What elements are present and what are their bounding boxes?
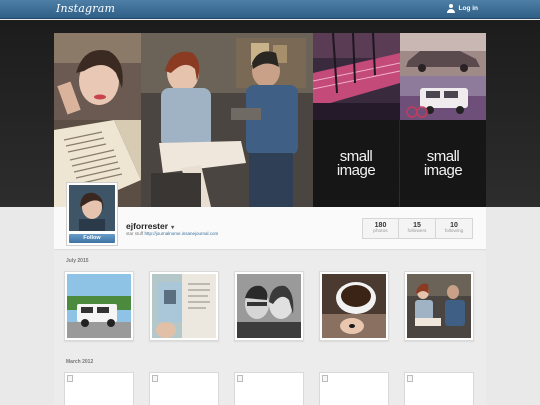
small-image-placeholder-text: small image bbox=[423, 147, 463, 179]
collage-photo-suv[interactable] bbox=[400, 76, 486, 120]
photo-feed: July 2015 March 2012 bbox=[54, 251, 486, 405]
username-text: ejforrester bbox=[126, 221, 169, 231]
broken-image-icon bbox=[237, 375, 243, 382]
stat-label: following bbox=[444, 229, 464, 234]
stat-label: followers bbox=[407, 229, 427, 234]
photo-thumbnail-broken[interactable] bbox=[234, 372, 304, 405]
collage-photo-selfie[interactable] bbox=[54, 33, 141, 120]
stat-followers[interactable]: 15 followers bbox=[399, 218, 436, 239]
photo-thumbnail-broken[interactable] bbox=[64, 372, 134, 405]
photo-thumbnail[interactable] bbox=[404, 271, 474, 341]
photo-thumbnail[interactable] bbox=[149, 271, 219, 341]
collage-small-image-1[interactable]: small image bbox=[313, 120, 399, 207]
stat-number: 10 bbox=[450, 222, 458, 229]
bio-text: star stuff bbox=[126, 231, 144, 236]
photo-thumbnail[interactable] bbox=[319, 271, 389, 341]
month-heading: July 2015 bbox=[66, 258, 89, 264]
profile-stats: 180 photos 15 followers 10 following bbox=[362, 218, 473, 239]
stat-number: 180 bbox=[374, 222, 387, 229]
broken-image-icon bbox=[67, 375, 73, 382]
profile-header-collage: small image small image bbox=[0, 20, 540, 207]
photo-thumbnail-broken[interactable] bbox=[149, 372, 219, 405]
collage-photo-tattoo[interactable] bbox=[141, 33, 313, 207]
follow-button[interactable]: Follow bbox=[69, 234, 115, 243]
profile-username[interactable]: ejforrester ▾ bbox=[126, 221, 174, 231]
instagram-logo[interactable]: Instagram bbox=[56, 2, 115, 15]
profile-bio: star stuff http://journalnome.insanejour… bbox=[126, 231, 218, 236]
profile-avatar-card: Follow bbox=[66, 182, 118, 246]
login-label: Log in bbox=[458, 5, 479, 12]
login-button[interactable]: Log in bbox=[446, 4, 479, 13]
broken-image-icon bbox=[322, 375, 328, 382]
photo-thumbnail[interactable] bbox=[234, 271, 304, 341]
broken-image-icon bbox=[152, 375, 158, 382]
photo-thumbnail-broken[interactable] bbox=[404, 372, 474, 405]
stat-label: photos bbox=[373, 229, 388, 234]
top-navigation-bar: Instagram Log in bbox=[0, 0, 540, 19]
avatar[interactable] bbox=[69, 185, 115, 231]
broken-image-icon bbox=[407, 375, 413, 382]
stat-following[interactable]: 10 following bbox=[436, 218, 473, 239]
stat-number: 15 bbox=[413, 222, 421, 229]
bio-link[interactable]: http://journalnome.insanejournal.com bbox=[144, 231, 218, 236]
month-heading: March 2012 bbox=[66, 359, 94, 365]
stat-photos[interactable]: 180 photos bbox=[362, 218, 399, 239]
collage-small-image-2[interactable]: small image bbox=[400, 120, 486, 207]
small-image-placeholder-text: small image bbox=[336, 147, 376, 179]
photo-thumbnail-broken[interactable] bbox=[319, 372, 389, 405]
collage-photo-train[interactable] bbox=[313, 33, 400, 120]
user-icon bbox=[446, 4, 455, 13]
photo-thumbnail[interactable] bbox=[64, 271, 134, 341]
collage-photo-car[interactable] bbox=[400, 33, 486, 76]
